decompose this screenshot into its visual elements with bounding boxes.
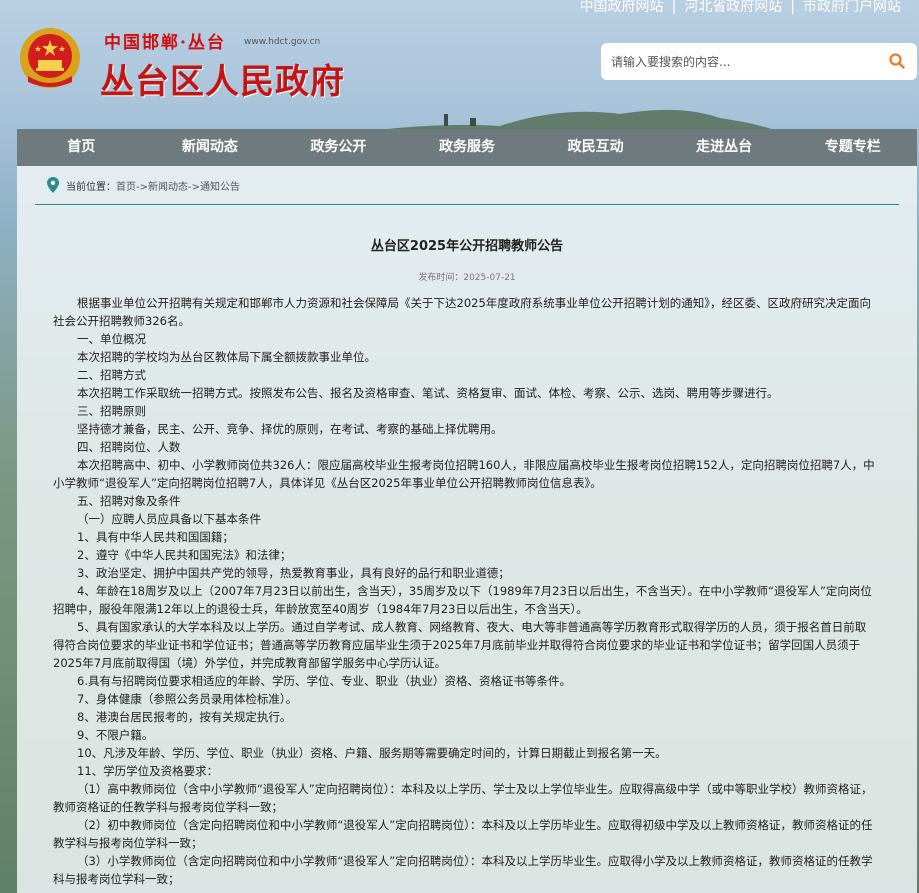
- search-input[interactable]: [611, 52, 871, 72]
- brand-url: www.hdct.gov.cn: [244, 37, 321, 47]
- list-item: 8、港澳台居民报考的，按有关规定执行。: [77, 710, 292, 724]
- nav-item-interaction[interactable]: 政民互动: [531, 129, 660, 166]
- nav-item-about[interactable]: 走进丛台: [660, 129, 789, 166]
- paragraph: 本次招聘工作采取统一招聘方式。按照发布公告、报名及资格审查、笔试、资格复审、面试…: [77, 386, 779, 400]
- search-box: [601, 43, 917, 80]
- top-links: 中国政府网站 | 河北省政府网站 | 市政府门户网站: [579, 0, 901, 15]
- sub-heading: （一）应聘人员应具备以下基本条件: [77, 512, 261, 526]
- section-heading: 四、招聘岗位、人数: [77, 440, 181, 454]
- breadcrumb-label: 当前位置：: [66, 181, 116, 193]
- section-heading: 三、招聘原则: [77, 404, 146, 418]
- breadcrumb-path[interactable]: 首页->新闻动态->通知公告: [116, 178, 240, 193]
- top-link-hebei[interactable]: 河北省政府网站: [684, 0, 782, 15]
- list-item: 3、政治坚定、拥护中国共产党的领导，热爱教育事业，具有良好的品行和职业道德；: [77, 566, 510, 580]
- list-item: 7、身体健康（参照公务员录用体检标准）。: [77, 692, 298, 706]
- list-item: 10、凡涉及年龄、学历、学位、职业（执业）资格、户籍、服务期等需要确定时间的，计…: [77, 746, 667, 760]
- paragraph: 根据事业单位公开招聘有关规定和邯郸市人力资源和社会保障局《关于下达2025年度政…: [53, 296, 872, 328]
- paragraph: 坚持德才兼备，民主、公开、竞争、择优的原则，在考试、考察的基础上择优聘用。: [77, 422, 503, 436]
- divider: [35, 204, 899, 205]
- paragraph: 本次招聘高中、初中、小学教师岗位共326人：限应届高校毕业生报考岗位招聘160人…: [53, 458, 875, 490]
- top-link-city[interactable]: 市政府门户网站: [803, 0, 901, 15]
- publish-date: 发布时间：2025-07-21: [418, 273, 516, 283]
- list-item: 9、不限户籍。: [77, 728, 154, 742]
- list-item: 5、具有国家承认的大学本科及以上学历。通过自学考试、成人教育、网络教育、夜大、电…: [53, 620, 867, 670]
- list-item: 6.具有与招聘岗位要求相适应的年龄、学历、学位、专业、职业（执业）资格、资格证书…: [77, 674, 571, 688]
- list-item: 2、遵守《中华人民共和国宪法》和法律；: [77, 548, 292, 562]
- article-body: 根据事业单位公开招聘有关规定和邯郸市人力资源和社会保障局《关于下达2025年度政…: [53, 294, 877, 888]
- breadcrumb: 当前位置： 首页->新闻动态->通知公告: [47, 177, 240, 193]
- section-heading: 二、招聘方式: [77, 368, 146, 382]
- nav-item-home[interactable]: 首页: [17, 129, 146, 166]
- list-item: （3）小学教师岗位（含定向招聘岗位和中小学教师“退役军人”定向招聘岗位）：本科及…: [53, 854, 873, 886]
- nav-item-gov-affairs[interactable]: 政务公开: [274, 129, 403, 166]
- hill-decoration: [360, 109, 780, 132]
- article-title: 丛台区2025年公开招聘教师公告: [370, 239, 564, 254]
- site-title[interactable]: 丛台区人民政府: [100, 54, 345, 103]
- nav-item-news[interactable]: 新闻动态: [146, 129, 275, 166]
- site-header: 中国政府网站 | 河北省政府网站 | 市政府门户网站 中国邯郸·丛台 www.hdct.…: [0, 0, 919, 132]
- paragraph: 本次招聘的学校均为丛台区教体局下属全额拨款事业单位。: [77, 350, 376, 364]
- nav-item-topics[interactable]: 专题专栏: [788, 129, 917, 166]
- list-item: 1、具有中华人民共和国国籍；: [77, 530, 234, 544]
- search-icon[interactable]: [889, 53, 905, 69]
- national-emblem-icon: [20, 28, 80, 88]
- section-heading: 一、单位概况: [77, 332, 146, 346]
- list-item: （2）初中教师岗位（含定向招聘岗位和中小学教师“退役军人”定向招聘岗位）：本科及…: [53, 818, 873, 850]
- list-item: （1）高中教师岗位（含中小学教师“退役军人”定向招聘岗位）：本科及以上学历、学士…: [53, 782, 873, 814]
- location-pin-icon: [47, 177, 59, 193]
- top-link-gov[interactable]: 中国政府网站: [580, 0, 664, 15]
- content-panel: 当前位置： 首页->新闻动态->通知公告 丛台区2025年公开招聘教师公告 发布…: [17, 166, 917, 893]
- main-nav: 首页 新闻动态 政务公开 政务服务 政民互动 走进丛台 专题专栏: [17, 129, 917, 166]
- nav-item-gov-services[interactable]: 政务服务: [403, 129, 532, 166]
- section-heading: 五、招聘对象及条件: [77, 494, 181, 508]
- list-item: 11、学历学位及资格要求：: [77, 764, 219, 778]
- brand-subtitle: 中国邯郸·丛台: [104, 33, 226, 53]
- list-item: 4、年龄在18周岁及以上（2007年7月23日以前出生，含当天），35周岁及以下…: [53, 584, 872, 616]
